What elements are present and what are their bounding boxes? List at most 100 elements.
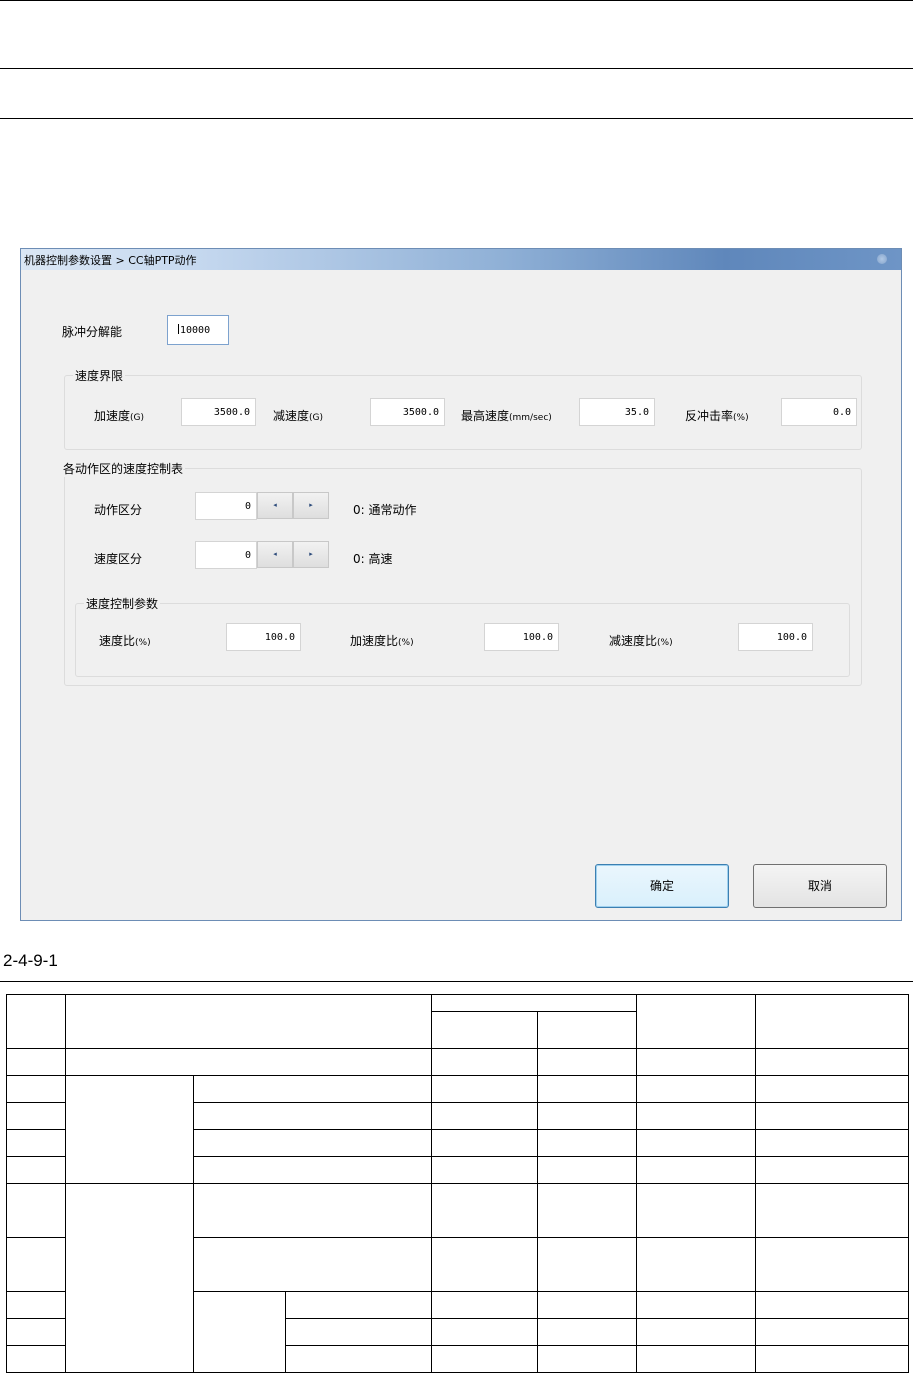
table-cell xyxy=(636,1237,756,1292)
table-cell xyxy=(537,1291,637,1319)
decel-ratio-label: 减速度比(%) xyxy=(609,632,673,649)
speed-ratio-label-text: 速度比 xyxy=(99,634,136,648)
pulse-resolution-value: 10000 xyxy=(180,325,211,336)
table-row xyxy=(6,1048,909,1076)
table-cell xyxy=(285,1345,432,1373)
parameter-table xyxy=(6,994,909,1373)
max-speed-unit: (mm/sec) xyxy=(509,413,552,423)
cancel-button[interactable]: 取消 xyxy=(753,864,887,908)
table-cell xyxy=(537,1075,637,1103)
pulse-resolution-input[interactable]: 10000 xyxy=(167,315,229,345)
max-speed-label: 最高速度(mm/sec) xyxy=(461,407,552,424)
decel-unit: (G) xyxy=(309,413,324,423)
action-zone-decrement-button[interactable]: ◂ xyxy=(257,492,293,519)
figure-caption: 2-4-9-1 xyxy=(3,951,58,970)
table-cell xyxy=(537,1345,637,1373)
table-cell xyxy=(431,1183,538,1238)
speed-ratio-label: 速度比(%) xyxy=(99,632,151,649)
max-speed-label-text: 最高速度 xyxy=(461,409,510,423)
table-row xyxy=(6,1075,909,1184)
table-cell xyxy=(6,1102,66,1130)
table-cell xyxy=(755,1237,909,1292)
table-cell xyxy=(755,1183,909,1238)
table-cell xyxy=(65,1075,194,1184)
caption-rule xyxy=(0,981,913,982)
recoil-label-text: 反冲击率 xyxy=(685,409,734,423)
speed-zone-input[interactable]: 0 xyxy=(195,541,257,569)
table-cell xyxy=(65,1048,432,1076)
decel-label: 减速度(G) xyxy=(273,407,323,424)
table-cell xyxy=(285,1318,432,1346)
arrow-left-icon: ◂ xyxy=(273,550,277,558)
speed-zone-label: 速度区分 xyxy=(94,552,143,566)
accel-input[interactable]: 3500.0 xyxy=(181,398,256,426)
table-cell xyxy=(431,1011,538,1049)
action-zone-increment-button[interactable]: ▸ xyxy=(293,492,329,519)
table-cell xyxy=(636,1075,756,1103)
table-cell xyxy=(755,1102,909,1130)
table-cell xyxy=(6,1291,66,1319)
action-zone-label: 动作区分 xyxy=(94,503,143,517)
arrow-left-icon: ◂ xyxy=(273,501,277,509)
speed-zone-increment-button[interactable]: ▸ xyxy=(293,541,329,568)
table-cell xyxy=(65,1183,194,1373)
parameter-dialog: 机器控制参数设置 > CC轴PTP动作 脉冲分解能 10000 速度界限 加速度… xyxy=(20,248,902,921)
accel-ratio-input[interactable]: 100.0 xyxy=(484,623,559,651)
decel-label-text: 减速度 xyxy=(273,409,310,423)
speed-ratio-unit: (%) xyxy=(135,638,151,648)
table-cell xyxy=(431,1102,538,1130)
table-cell xyxy=(636,1345,756,1373)
dialog-titlebar[interactable]: 机器控制参数设置 > CC轴PTP动作 xyxy=(21,249,901,270)
max-speed-input[interactable]: 35.0 xyxy=(579,398,655,426)
table-cell xyxy=(755,1156,909,1184)
table-cell xyxy=(285,1291,432,1319)
text-caret xyxy=(178,324,179,334)
decel-ratio-unit: (%) xyxy=(657,638,673,648)
table-cell xyxy=(431,1318,538,1346)
table-cell xyxy=(537,1102,637,1130)
table-cell xyxy=(193,1237,432,1292)
table-cell xyxy=(431,1048,538,1076)
accel-label-text: 加速度 xyxy=(94,409,131,423)
action-zone-input[interactable]: 0 xyxy=(195,492,257,520)
speed-params-group-title: 速度控制参数 xyxy=(84,595,161,612)
table-cell xyxy=(537,1318,637,1346)
table-cell xyxy=(755,1129,909,1157)
table-cell xyxy=(6,1345,66,1373)
table-cell xyxy=(431,1129,538,1157)
table-cell xyxy=(755,1345,909,1373)
ok-button[interactable]: 确定 xyxy=(595,864,729,908)
speed-zone-decrement-button[interactable]: ◂ xyxy=(257,541,293,568)
pulse-resolution-label: 脉冲分解能 xyxy=(62,325,123,339)
table-cell xyxy=(537,1048,637,1076)
table-cell xyxy=(755,1318,909,1346)
accel-ratio-label-text: 加速度比 xyxy=(350,634,399,648)
table-cell xyxy=(537,1129,637,1157)
decel-ratio-input[interactable]: 100.0 xyxy=(738,623,813,651)
table-cell xyxy=(193,1102,432,1130)
table-cell xyxy=(431,1345,538,1373)
table-cell xyxy=(431,1156,538,1184)
table-cell xyxy=(431,1075,538,1103)
table-cell xyxy=(636,1129,756,1157)
table-cell xyxy=(6,994,66,1049)
accel-ratio-label: 加速度比(%) xyxy=(350,632,414,649)
table-cell xyxy=(6,1129,66,1157)
decel-input[interactable]: 3500.0 xyxy=(370,398,445,426)
table-cell xyxy=(6,1237,66,1292)
table-cell xyxy=(636,1318,756,1346)
table-cell xyxy=(755,1291,909,1319)
table-cell xyxy=(193,1129,432,1157)
table-cell xyxy=(537,1183,637,1238)
arrow-right-icon: ▸ xyxy=(309,550,313,558)
speed-ratio-input[interactable]: 100.0 xyxy=(226,623,301,651)
table-cell xyxy=(636,1183,756,1238)
table-cell xyxy=(431,994,637,1012)
table-cell xyxy=(537,1011,637,1049)
close-icon[interactable] xyxy=(877,254,887,264)
table-cell xyxy=(636,1048,756,1076)
recoil-label: 反冲击率(%) xyxy=(685,407,749,424)
speed-params-group: 速度控制参数 xyxy=(75,595,850,677)
table-header-row xyxy=(6,994,909,1049)
recoil-input[interactable]: 0.0 xyxy=(781,398,857,426)
